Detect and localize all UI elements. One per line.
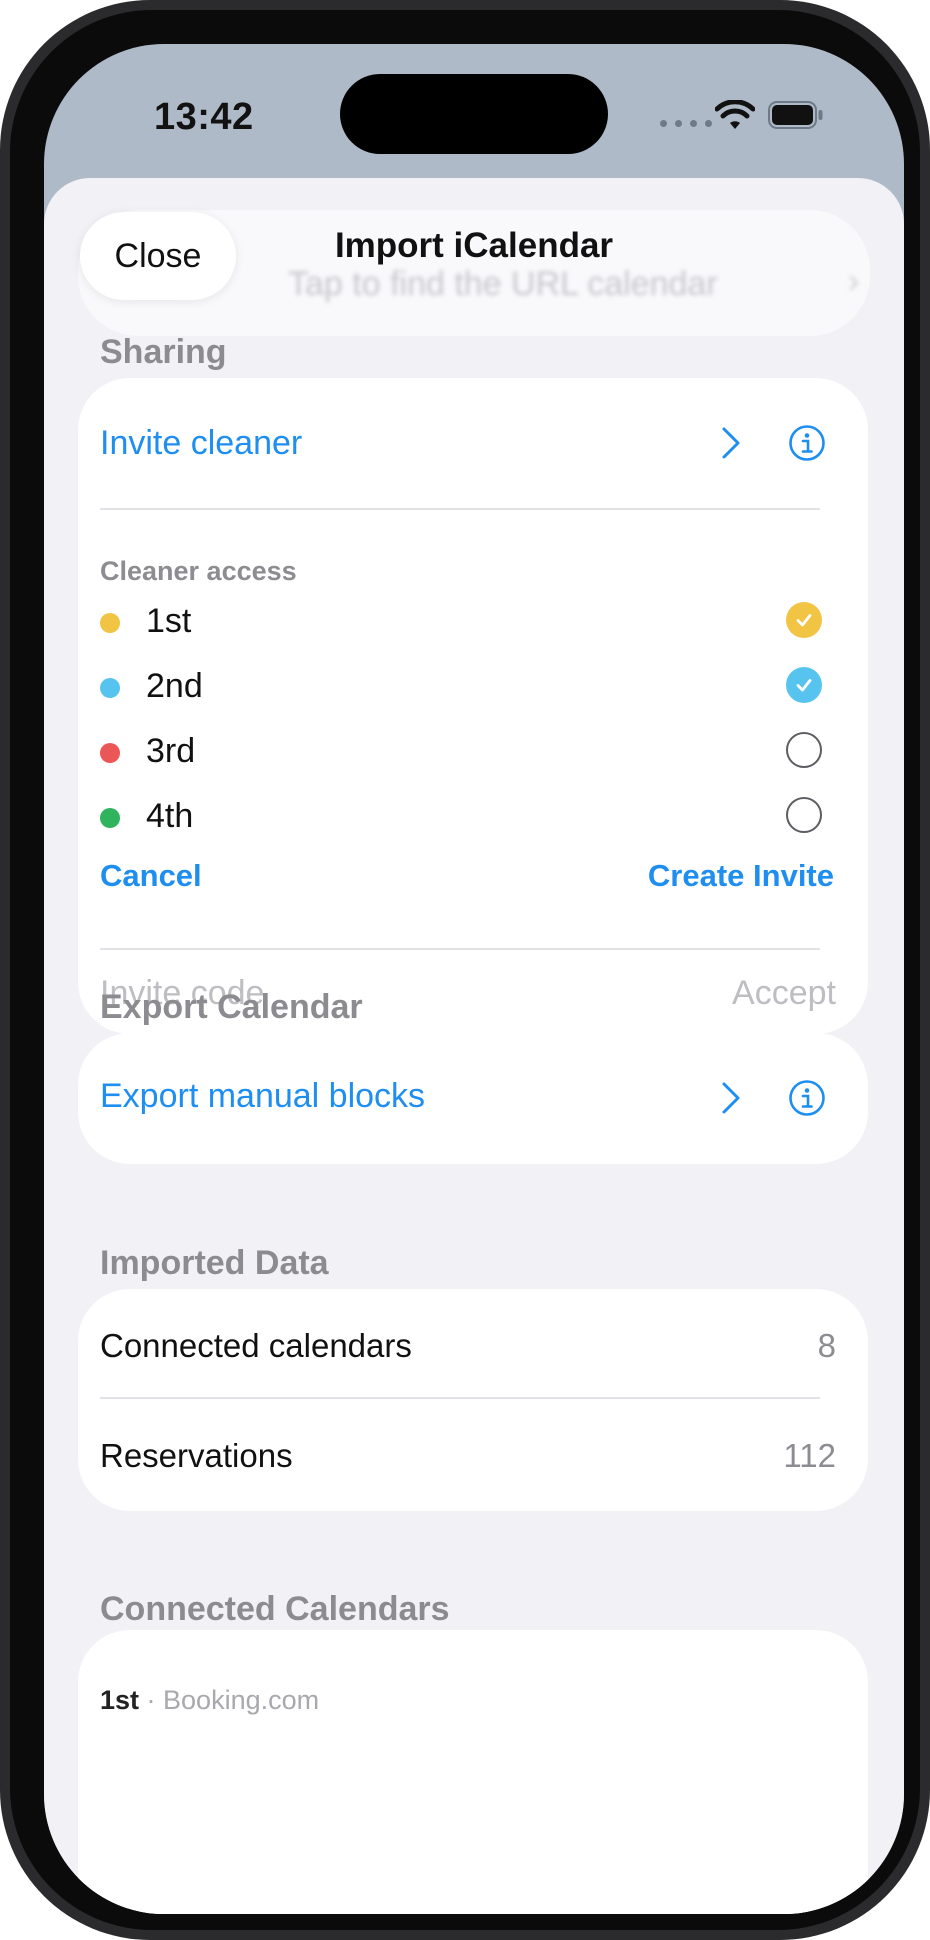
connected-calendars-card bbox=[78, 1630, 868, 1914]
unchecked-circle-icon[interactable] bbox=[786, 797, 822, 833]
checkmark-icon[interactable] bbox=[786, 667, 822, 703]
info-icon[interactable] bbox=[788, 1079, 826, 1117]
ghost-chevron-icon: › bbox=[848, 262, 860, 300]
section-header-connected: Connected Calendars bbox=[100, 1590, 450, 1628]
page-title: Import iCalendar bbox=[334, 226, 614, 265]
calendar-name: 1st bbox=[100, 1685, 140, 1715]
device-frame: 13:42 Tap to find the URL calendar › Clo… bbox=[0, 0, 930, 1940]
shift-label: 3rd bbox=[146, 732, 196, 770]
calendar-source: · Booking.com bbox=[139, 1685, 320, 1715]
status-time: 13:42 bbox=[154, 96, 254, 138]
nav-ghost-text: Tap to find the URL calendar bbox=[288, 265, 718, 303]
divider bbox=[100, 948, 820, 950]
unchecked-circle-icon[interactable] bbox=[786, 732, 822, 768]
shift-label: 2nd bbox=[146, 667, 203, 705]
shift-color-dot bbox=[100, 613, 120, 633]
connected-calendars-count: 8 bbox=[817, 1327, 836, 1364]
status-bar: 13:42 bbox=[44, 44, 904, 194]
wifi-icon bbox=[715, 100, 755, 129]
cleaner-access-label: Cleaner access bbox=[100, 556, 297, 586]
reservations-count: 112 bbox=[783, 1437, 836, 1474]
reservations-label: Reservations bbox=[100, 1437, 293, 1474]
shift-row-1st[interactable]: 1st bbox=[100, 598, 822, 648]
shift-color-dot bbox=[100, 678, 120, 698]
battery-icon bbox=[768, 101, 823, 129]
info-icon[interactable] bbox=[788, 424, 826, 462]
invite-cleaner-link[interactable]: Invite cleaner bbox=[100, 424, 302, 463]
shift-row-3rd[interactable]: 3rd bbox=[100, 728, 822, 778]
connected-calendar-item[interactable]: 1st · Booking.com bbox=[100, 1685, 319, 1716]
accept-button[interactable]: Accept bbox=[732, 974, 836, 1013]
shift-label: 1st bbox=[146, 602, 192, 640]
screen: 13:42 Tap to find the URL calendar › Clo… bbox=[44, 44, 904, 1914]
divider bbox=[100, 508, 820, 510]
dynamic-island bbox=[340, 74, 608, 154]
chevron-right-icon[interactable] bbox=[720, 1081, 742, 1115]
cellular-signal-icon bbox=[660, 120, 712, 127]
export-manual-blocks-link[interactable]: Export manual blocks bbox=[100, 1077, 425, 1116]
section-header-imported: Imported Data bbox=[100, 1244, 329, 1282]
shift-color-dot bbox=[100, 743, 120, 763]
export-card: Export manual blocks bbox=[78, 1033, 868, 1164]
section-header-sharing: Sharing bbox=[100, 333, 227, 371]
imported-data-card: Connected calendars 8 Reservations 112 bbox=[78, 1289, 868, 1511]
create-invite-button[interactable]: Create Invite bbox=[648, 858, 834, 894]
chevron-right-icon[interactable] bbox=[720, 426, 742, 460]
shift-row-4th[interactable]: 4th bbox=[100, 793, 822, 843]
shift-row-2nd[interactable]: 2nd bbox=[100, 663, 822, 713]
cancel-button[interactable]: Cancel bbox=[100, 858, 202, 894]
shift-color-dot bbox=[100, 808, 120, 828]
divider bbox=[100, 1397, 820, 1399]
connected-calendars-label: Connected calendars bbox=[100, 1327, 412, 1364]
section-header-export: Export Calendar bbox=[100, 988, 363, 1026]
import-icalendar-sheet: Tap to find the URL calendar › Close Imp… bbox=[44, 178, 904, 1914]
checkmark-icon[interactable] bbox=[786, 602, 822, 638]
shift-label: 4th bbox=[146, 797, 194, 835]
sharing-card: Invite cleaner Cleaner access 1st 2nd 3r… bbox=[78, 378, 868, 1034]
device-bezel: 13:42 Tap to find the URL calendar › Clo… bbox=[10, 10, 920, 1930]
